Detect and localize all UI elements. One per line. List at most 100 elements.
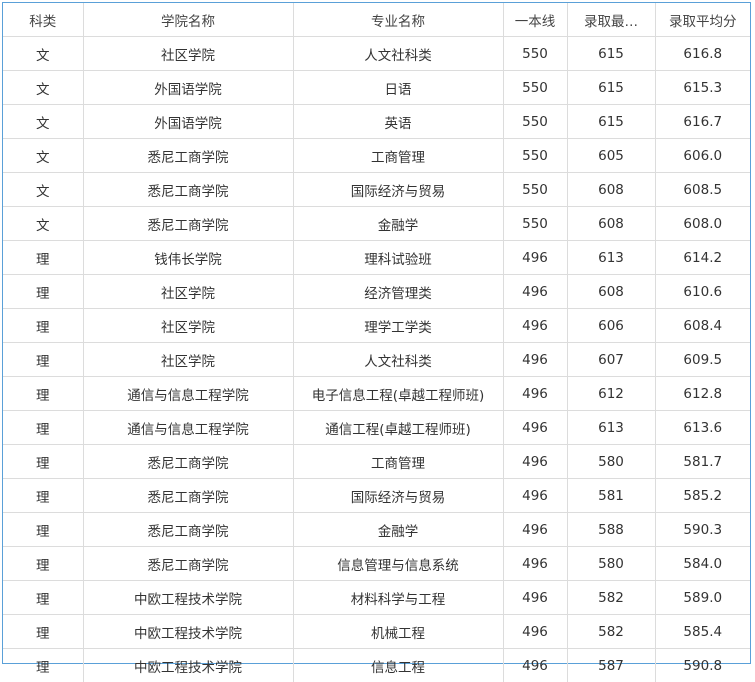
cell-college-name: 社区学院	[83, 343, 293, 377]
header-average-score[interactable]: 录取平均分	[655, 3, 750, 37]
cell-lowest-score: 608	[567, 207, 655, 241]
cell-major-name: 电子信息工程(卓越工程师班)	[293, 377, 503, 411]
table-row: 文悉尼工商学院金融学550608608.0	[3, 207, 750, 241]
table-row: 理中欧工程技术学院信息工程496587590.8	[3, 649, 750, 682]
cell-major-name: 人文社科类	[293, 343, 503, 377]
cell-lowest-score: 582	[567, 581, 655, 615]
cell-major-name: 金融学	[293, 207, 503, 241]
cell-lowest-score: 613	[567, 241, 655, 275]
cell-category: 理	[3, 649, 83, 682]
cell-average-score: 590.8	[655, 649, 750, 682]
cell-first-tier-line: 496	[503, 275, 567, 309]
cell-major-name: 理科试验班	[293, 241, 503, 275]
cell-lowest-score: 612	[567, 377, 655, 411]
cell-category: 理	[3, 547, 83, 581]
table-row: 理社区学院经济管理类496608610.6	[3, 275, 750, 309]
cell-lowest-score: 615	[567, 71, 655, 105]
cell-first-tier-line: 496	[503, 649, 567, 682]
cell-average-score: 608.0	[655, 207, 750, 241]
cell-major-name: 工商管理	[293, 445, 503, 479]
cell-college-name: 社区学院	[83, 275, 293, 309]
cell-first-tier-line: 496	[503, 615, 567, 649]
cell-category: 理	[3, 411, 83, 445]
cell-lowest-score: 580	[567, 445, 655, 479]
cell-lowest-score: 580	[567, 547, 655, 581]
cell-lowest-score: 605	[567, 139, 655, 173]
cell-average-score: 609.5	[655, 343, 750, 377]
header-college-name[interactable]: 学院名称	[83, 3, 293, 37]
cell-average-score: 589.0	[655, 581, 750, 615]
cell-college-name: 悉尼工商学院	[83, 547, 293, 581]
table-row: 理社区学院人文社科类496607609.5	[3, 343, 750, 377]
table-row: 理中欧工程技术学院机械工程496582585.4	[3, 615, 750, 649]
cell-college-name: 通信与信息工程学院	[83, 377, 293, 411]
admission-table-frame: 科类 学院名称 专业名称 一本线 录取最… 录取平均分 文社区学院人文社科类55…	[2, 2, 751, 664]
table-row: 理悉尼工商学院国际经济与贸易496581585.2	[3, 479, 750, 513]
cell-average-score: 584.0	[655, 547, 750, 581]
table-row: 理悉尼工商学院工商管理496580581.7	[3, 445, 750, 479]
table-row: 文悉尼工商学院国际经济与贸易550608608.5	[3, 173, 750, 207]
cell-major-name: 金融学	[293, 513, 503, 547]
cell-first-tier-line: 550	[503, 207, 567, 241]
cell-first-tier-line: 496	[503, 377, 567, 411]
cell-category: 理	[3, 309, 83, 343]
cell-first-tier-line: 496	[503, 547, 567, 581]
cell-average-score: 585.2	[655, 479, 750, 513]
header-category[interactable]: 科类	[3, 3, 83, 37]
table-row: 文社区学院人文社科类550615616.8	[3, 37, 750, 71]
table-header-row: 科类 学院名称 专业名称 一本线 录取最… 录取平均分	[3, 3, 750, 37]
cell-average-score: 590.3	[655, 513, 750, 547]
cell-major-name: 理学工学类	[293, 309, 503, 343]
cell-first-tier-line: 496	[503, 479, 567, 513]
cell-category: 理	[3, 479, 83, 513]
cell-category: 文	[3, 207, 83, 241]
cell-college-name: 悉尼工商学院	[83, 207, 293, 241]
cell-average-score: 606.0	[655, 139, 750, 173]
cell-average-score: 616.8	[655, 37, 750, 71]
cell-lowest-score: 608	[567, 275, 655, 309]
cell-category: 文	[3, 71, 83, 105]
cell-major-name: 人文社科类	[293, 37, 503, 71]
cell-lowest-score: 615	[567, 105, 655, 139]
cell-category: 理	[3, 615, 83, 649]
cell-lowest-score: 613	[567, 411, 655, 445]
cell-average-score: 608.4	[655, 309, 750, 343]
cell-lowest-score: 607	[567, 343, 655, 377]
header-major-name[interactable]: 专业名称	[293, 3, 503, 37]
cell-average-score: 614.2	[655, 241, 750, 275]
cell-major-name: 国际经济与贸易	[293, 479, 503, 513]
cell-college-name: 社区学院	[83, 309, 293, 343]
cell-first-tier-line: 550	[503, 173, 567, 207]
cell-major-name: 信息管理与信息系统	[293, 547, 503, 581]
cell-category: 理	[3, 513, 83, 547]
cell-college-name: 中欧工程技术学院	[83, 615, 293, 649]
cell-college-name: 钱伟长学院	[83, 241, 293, 275]
cell-lowest-score: 615	[567, 37, 655, 71]
header-lowest-score[interactable]: 录取最…	[567, 3, 655, 37]
cell-category: 理	[3, 581, 83, 615]
table-row: 理悉尼工商学院金融学496588590.3	[3, 513, 750, 547]
cell-category: 理	[3, 275, 83, 309]
cell-first-tier-line: 496	[503, 343, 567, 377]
cell-lowest-score: 608	[567, 173, 655, 207]
table-row: 理中欧工程技术学院材料科学与工程496582589.0	[3, 581, 750, 615]
cell-major-name: 机械工程	[293, 615, 503, 649]
cell-average-score: 608.5	[655, 173, 750, 207]
cell-college-name: 中欧工程技术学院	[83, 649, 293, 682]
cell-first-tier-line: 550	[503, 139, 567, 173]
cell-lowest-score: 582	[567, 615, 655, 649]
table-row: 文外国语学院日语550615615.3	[3, 71, 750, 105]
cell-average-score: 585.4	[655, 615, 750, 649]
header-first-tier-line[interactable]: 一本线	[503, 3, 567, 37]
cell-college-name: 中欧工程技术学院	[83, 581, 293, 615]
cell-average-score: 616.7	[655, 105, 750, 139]
cell-major-name: 信息工程	[293, 649, 503, 682]
cell-major-name: 通信工程(卓越工程师班)	[293, 411, 503, 445]
cell-college-name: 悉尼工商学院	[83, 479, 293, 513]
cell-category: 理	[3, 241, 83, 275]
table-row: 理钱伟长学院理科试验班496613614.2	[3, 241, 750, 275]
cell-first-tier-line: 550	[503, 105, 567, 139]
cell-first-tier-line: 496	[503, 241, 567, 275]
cell-category: 理	[3, 343, 83, 377]
cell-average-score: 610.6	[655, 275, 750, 309]
